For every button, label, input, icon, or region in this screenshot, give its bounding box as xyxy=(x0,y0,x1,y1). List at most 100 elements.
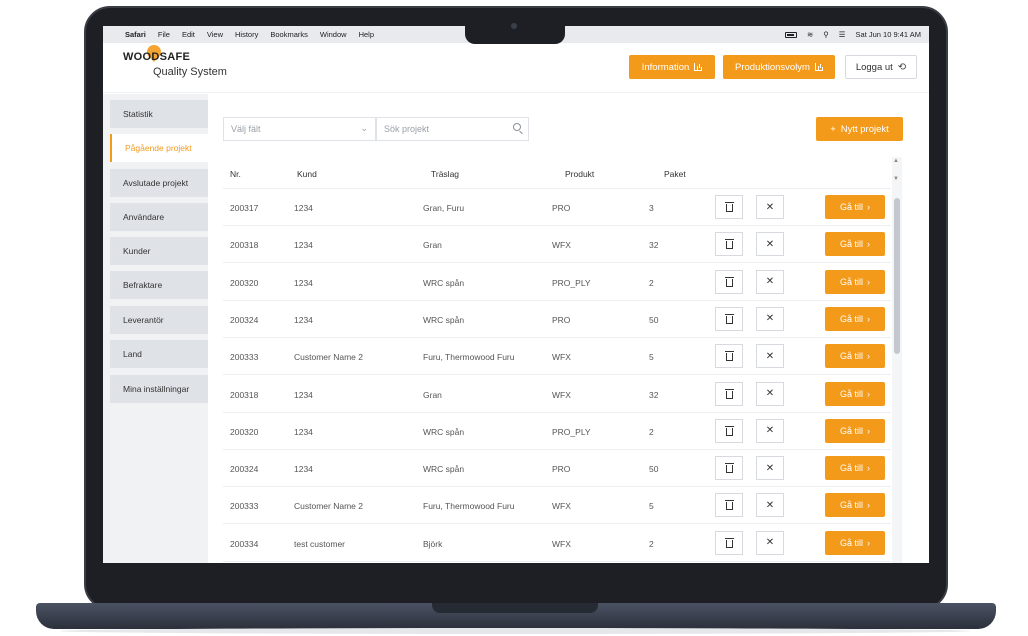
delete-button[interactable] xyxy=(715,269,743,294)
go-to-button[interactable]: Gå till › xyxy=(825,269,885,294)
menubar-clock[interactable]: Sat Jun 10 9:41 AM xyxy=(856,30,921,39)
scroll-up-icon[interactable]: ▲ xyxy=(893,158,899,164)
close-button[interactable]: ✕ xyxy=(756,418,784,443)
delete-button[interactable] xyxy=(715,493,743,518)
delete-button[interactable] xyxy=(715,530,743,555)
trash-icon xyxy=(724,425,734,436)
cell-nr: 200333 xyxy=(230,352,259,363)
cell-kund: 1234 xyxy=(294,389,313,400)
information-button-label: Information xyxy=(641,61,690,73)
battery-icon[interactable] xyxy=(785,31,797,38)
scroll-down-icon[interactable]: ▼ xyxy=(893,176,899,182)
go-to-button[interactable]: Gå till › xyxy=(825,530,885,555)
menu-help[interactable]: Help xyxy=(359,30,374,39)
close-button[interactable]: ✕ xyxy=(756,456,784,481)
delete-button[interactable] xyxy=(715,195,743,219)
sidebar-item-anvandare[interactable]: Användare xyxy=(110,203,208,231)
close-button[interactable]: ✕ xyxy=(756,306,784,331)
delete-button[interactable] xyxy=(715,344,743,369)
go-to-label: Gå till xyxy=(839,500,863,511)
close-button[interactable]: ✕ xyxy=(756,530,784,555)
delete-button[interactable] xyxy=(715,306,743,331)
logout-button[interactable]: Logga ut ⟲ xyxy=(845,55,917,79)
sidebar-item-leverantor[interactable]: Leverantör xyxy=(110,306,208,334)
sidebar-item-land[interactable]: Land xyxy=(110,340,208,368)
go-to-button[interactable]: Gå till › xyxy=(825,418,885,443)
close-icon: ✕ xyxy=(765,313,775,325)
laptop-base-groove xyxy=(432,603,598,613)
trash-icon xyxy=(724,202,734,212)
cell-paket: 50 xyxy=(649,314,659,325)
sidebar-item-pagaende-projekt[interactable]: Pågående projekt xyxy=(110,134,208,162)
go-to-button[interactable]: Gå till › xyxy=(825,344,885,369)
table-row: 200333 Customer Name 2 Furu, Thermowood Fu… xyxy=(223,487,891,525)
camera-icon xyxy=(511,23,517,29)
trash-icon xyxy=(724,537,734,548)
sidebar-item-befraktare[interactable]: Befraktare xyxy=(110,271,208,299)
cell-nr: 200324 xyxy=(230,464,259,475)
go-to-label: Gå till xyxy=(839,239,863,250)
chevron-right-icon: › xyxy=(867,276,870,287)
delete-button[interactable] xyxy=(715,232,743,257)
trash-icon xyxy=(724,239,734,250)
menu-bookmarks[interactable]: Bookmarks xyxy=(270,30,308,39)
delete-button[interactable] xyxy=(715,381,743,406)
new-project-button[interactable]: + Nytt projekt xyxy=(816,117,903,141)
delete-button[interactable] xyxy=(715,456,743,481)
sidebar-item-statistik[interactable]: Statistik xyxy=(110,100,208,128)
cell-kund: 1234 xyxy=(294,426,313,437)
close-button[interactable]: ✕ xyxy=(756,195,784,219)
close-button[interactable]: ✕ xyxy=(756,381,784,406)
cell-produkt: PRO xyxy=(552,203,571,213)
chevron-right-icon: › xyxy=(867,500,870,511)
chevron-right-icon: › xyxy=(867,463,870,474)
cell-nr: 200333 xyxy=(230,501,259,512)
go-to-label: Gå till xyxy=(839,463,863,474)
cell-kund: test customer xyxy=(294,538,346,549)
menu-app-name[interactable]: Safari xyxy=(125,30,146,39)
close-icon: ✕ xyxy=(765,537,775,549)
scrollbar-thumb[interactable] xyxy=(894,198,900,354)
sidebar-item-mina-installningar[interactable]: Mina inställningar xyxy=(110,375,208,403)
close-button[interactable]: ✕ xyxy=(756,493,784,518)
go-to-button[interactable]: Gå till › xyxy=(825,493,885,518)
wifi-icon[interactable]: ≋ xyxy=(807,30,813,39)
go-to-button[interactable]: Gå till › xyxy=(825,195,885,219)
go-to-button[interactable]: Gå till › xyxy=(825,232,885,257)
close-button[interactable]: ✕ xyxy=(756,344,784,369)
cell-paket: 50 xyxy=(649,464,659,475)
sidebar-item-kunder[interactable]: Kunder xyxy=(110,237,208,265)
chevron-down-icon: ⌄ xyxy=(360,123,368,133)
go-to-label: Gå till xyxy=(839,388,863,399)
sidebar-item-avslutade-projekt[interactable]: Avslutade projekt xyxy=(110,169,208,197)
control-center-icon[interactable]: ☰ xyxy=(839,30,846,39)
close-button[interactable]: ✕ xyxy=(756,269,784,294)
go-to-button[interactable]: Gå till › xyxy=(825,381,885,406)
close-button[interactable]: ✕ xyxy=(756,232,784,257)
search-input[interactable]: Sök projekt xyxy=(376,117,529,141)
go-to-button[interactable]: Gå till › xyxy=(825,306,885,331)
cell-produkt: WFX xyxy=(552,389,571,400)
table-row: 200318 1234 Gran WFX 32 ✕ Gå till › xyxy=(223,376,891,413)
woodsafe-logo[interactable]: WOODSAFE Quality System xyxy=(123,42,233,85)
field-select-placeholder: Välj fält xyxy=(231,124,261,134)
go-to-label: Gå till xyxy=(839,202,863,212)
table-row: 200318 1234 Gran WFX 32 ✕ Gå till › xyxy=(223,226,891,264)
cell-kund: Customer Name 2 xyxy=(294,501,363,512)
produktionsvolym-button[interactable]: Produktionsvolym xyxy=(723,55,835,79)
spotlight-icon[interactable]: ⚲ xyxy=(823,30,829,39)
menu-view[interactable]: View xyxy=(207,30,223,39)
menu-file[interactable]: File xyxy=(158,30,170,39)
go-to-label: Gå till xyxy=(839,351,863,362)
information-button[interactable]: Information xyxy=(629,55,715,79)
delete-button[interactable] xyxy=(715,418,743,443)
menu-edit[interactable]: Edit xyxy=(182,30,195,39)
menu-history[interactable]: History xyxy=(235,30,258,39)
chevron-right-icon: › xyxy=(867,313,870,324)
field-select[interactable]: Välj fält ⌄ xyxy=(223,117,376,141)
go-to-label: Gå till xyxy=(839,537,863,548)
go-to-button[interactable]: Gå till › xyxy=(825,456,885,481)
close-icon: ✕ xyxy=(765,499,775,511)
col-header-paket: Paket xyxy=(664,169,686,179)
menu-window[interactable]: Window xyxy=(320,30,347,39)
